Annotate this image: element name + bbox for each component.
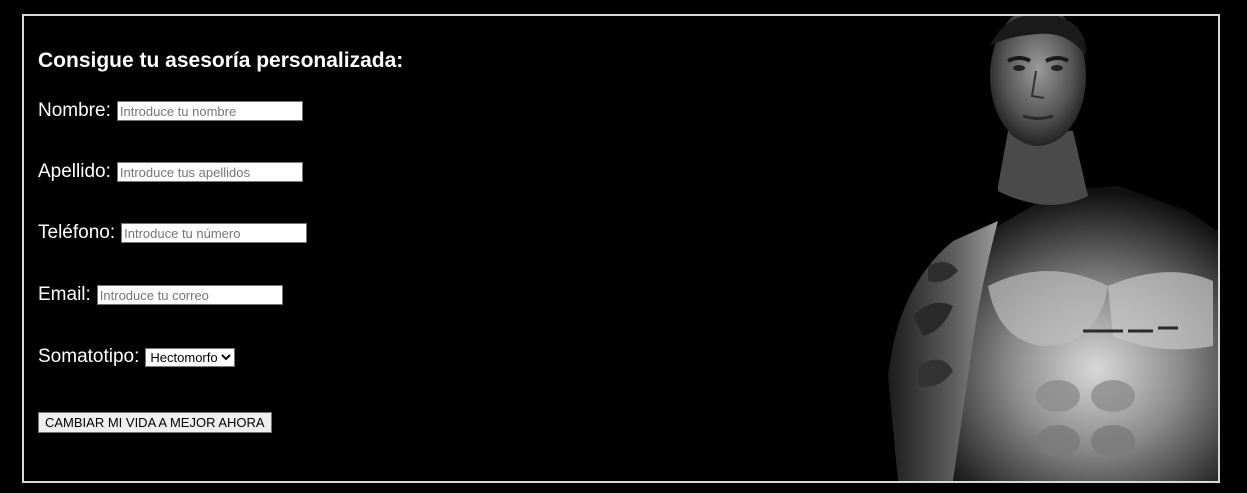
email-input[interactable] bbox=[96, 285, 283, 305]
email-label: Email: bbox=[38, 284, 91, 305]
somatotipo-row: Somatotipo: Hectomorfo bbox=[38, 346, 236, 368]
somatotipo-select[interactable]: Hectomorfo bbox=[145, 347, 236, 367]
somatotipo-label: Somatotipo: bbox=[38, 346, 140, 367]
nombre-row: Nombre: bbox=[38, 100, 303, 122]
form-title: Consigue tu asesoría personalizada: bbox=[38, 49, 404, 72]
telefono-label: Teléfono: bbox=[38, 222, 116, 243]
nombre-label: Nombre: bbox=[38, 100, 111, 121]
nombre-input[interactable] bbox=[116, 101, 303, 121]
telefono-input[interactable] bbox=[121, 223, 308, 243]
apellido-row: Apellido: bbox=[38, 161, 303, 183]
apellido-input[interactable] bbox=[116, 162, 303, 182]
email-row: Email: bbox=[38, 284, 283, 306]
telefono-row: Teléfono: bbox=[38, 222, 308, 244]
contact-form: Consigue tu asesoría personalizada: Nomb… bbox=[38, 46, 404, 433]
hero-image bbox=[888, 16, 1218, 481]
form-container: Consigue tu asesoría personalizada: Nomb… bbox=[22, 14, 1220, 483]
apellido-label: Apellido: bbox=[38, 161, 111, 182]
submit-button[interactable]: CAMBIAR MI VIDA A MEJOR AHORA bbox=[38, 412, 272, 433]
